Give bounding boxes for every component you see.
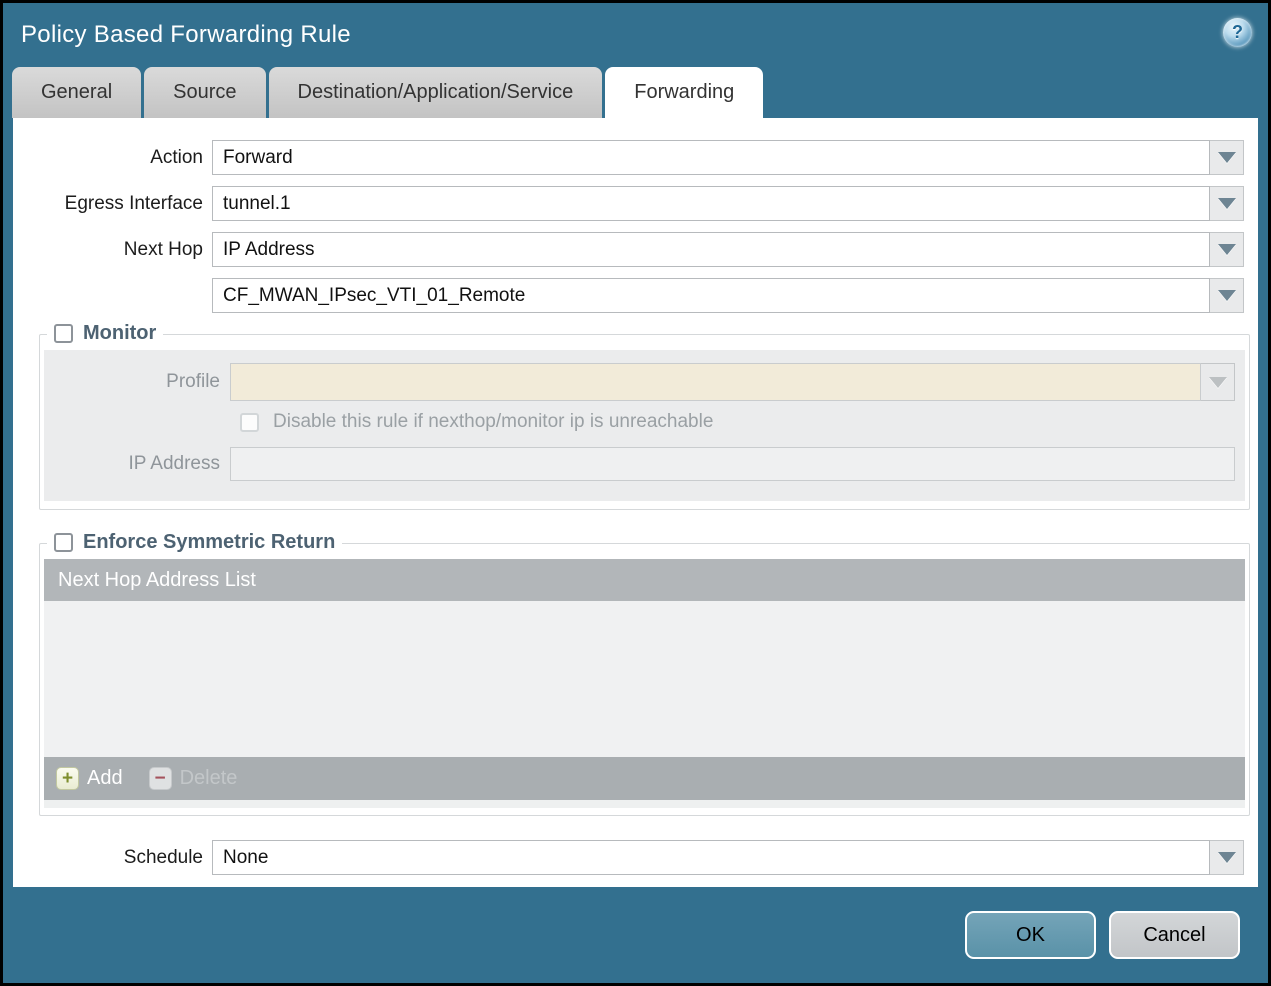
profile-row: Profile (44, 363, 1235, 401)
next-hop-type-dropdown-button[interactable] (1210, 232, 1244, 267)
disable-rule-checkbox (240, 412, 259, 432)
monitor-legend: Monitor (47, 322, 164, 345)
add-button[interactable]: + Add (56, 767, 123, 790)
chevron-down-icon (1217, 290, 1236, 301)
tab-general[interactable]: General (12, 67, 142, 118)
tab-forwarding[interactable]: Forwarding (605, 67, 764, 118)
next-hop-row: Next Hop IP Address (13, 232, 1244, 267)
chevron-down-icon (1217, 198, 1236, 209)
add-button-label: Add (87, 767, 123, 789)
egress-interface-dropdown-button[interactable] (1210, 186, 1244, 221)
schedule-dropdown-button[interactable] (1210, 840, 1244, 875)
ok-button[interactable]: OK (965, 911, 1096, 959)
delete-button-label: Delete (179, 767, 238, 789)
help-icon[interactable]: ? (1223, 18, 1252, 47)
enforce-symmetric-return-checkbox[interactable] (54, 533, 73, 552)
add-plus-icon: + (56, 767, 79, 790)
action-dropdown-button[interactable] (1210, 140, 1244, 175)
next-hop-address-dropdown-button[interactable] (1210, 278, 1244, 313)
schedule-label: Schedule (123, 846, 203, 868)
next-hop-address-list-toolbar: + Add − Delete (44, 757, 1245, 800)
monitor-panel: Profile Disable this rule if nexthop/mon… (44, 350, 1245, 501)
schedule-row: Schedule None (13, 840, 1244, 875)
action-row: Action Forward (13, 140, 1244, 175)
monitor-ip-address-row: IP Address (44, 447, 1235, 481)
tab-source[interactable]: Source (144, 67, 266, 118)
action-select[interactable]: Forward (212, 140, 1210, 175)
monitor-ip-address-label: IP Address (128, 453, 220, 474)
profile-dropdown-button (1201, 363, 1235, 401)
dialog-titlebar: Policy Based Forwarding Rule ? (3, 3, 1268, 67)
profile-select[interactable] (230, 363, 1201, 401)
monitor-legend-label: Monitor (83, 322, 157, 344)
disable-rule-row: Disable this rule if nexthop/monitor ip … (240, 411, 1245, 433)
tab-destination-application-service[interactable]: Destination/Application/Service (268, 67, 603, 118)
egress-interface-label: Egress Interface (64, 192, 203, 214)
enforce-symmetric-return-section: Enforce Symmetric Return Next Hop Addres… (39, 531, 1250, 816)
enforce-symmetric-return-legend: Enforce Symmetric Return (47, 531, 343, 554)
next-hop-address-row: CF_MWAN_IPsec_VTI_01_Remote (13, 278, 1244, 313)
action-label: Action (150, 146, 203, 168)
next-hop-address-list-body[interactable] (44, 601, 1245, 757)
next-hop-type-select[interactable]: IP Address (212, 232, 1210, 267)
delete-minus-icon: − (148, 767, 172, 790)
chevron-down-icon (1217, 852, 1236, 863)
dialog-footer: OK Cancel (3, 887, 1268, 983)
chevron-down-icon (1217, 152, 1236, 163)
profile-label: Profile (166, 371, 220, 392)
tab-panel-forwarding: Action Forward Egress Interface tunnel.1… (13, 118, 1258, 887)
chevron-down-icon (1208, 376, 1227, 388)
monitor-checkbox[interactable] (54, 324, 73, 343)
egress-interface-row: Egress Interface tunnel.1 (13, 186, 1244, 221)
dialog-title: Policy Based Forwarding Rule (21, 21, 351, 48)
next-hop-address-select[interactable]: CF_MWAN_IPsec_VTI_01_Remote (212, 278, 1210, 313)
delete-button: − Delete (148, 767, 238, 790)
table-bottom-strip (44, 800, 1245, 808)
schedule-select[interactable]: None (212, 840, 1210, 875)
monitor-ip-address-input (230, 447, 1235, 481)
next-hop-address-list-table: Next Hop Address List + Add − Delete (44, 559, 1245, 808)
next-hop-label: Next Hop (123, 238, 203, 260)
cancel-button[interactable]: Cancel (1109, 911, 1240, 959)
monitor-section: Monitor Profile Disable this rule if nex… (39, 322, 1250, 510)
egress-interface-select[interactable]: tunnel.1 (212, 186, 1210, 221)
disable-rule-label: Disable this rule if nexthop/monitor ip … (273, 411, 714, 432)
chevron-down-icon (1217, 244, 1236, 255)
enforce-symmetric-return-legend-label: Enforce Symmetric Return (83, 531, 336, 553)
next-hop-address-list-header: Next Hop Address List (44, 559, 1245, 601)
pbf-rule-dialog: Policy Based Forwarding Rule ? General S… (3, 3, 1268, 983)
tab-bar: General Source Destination/Application/S… (3, 67, 1268, 118)
